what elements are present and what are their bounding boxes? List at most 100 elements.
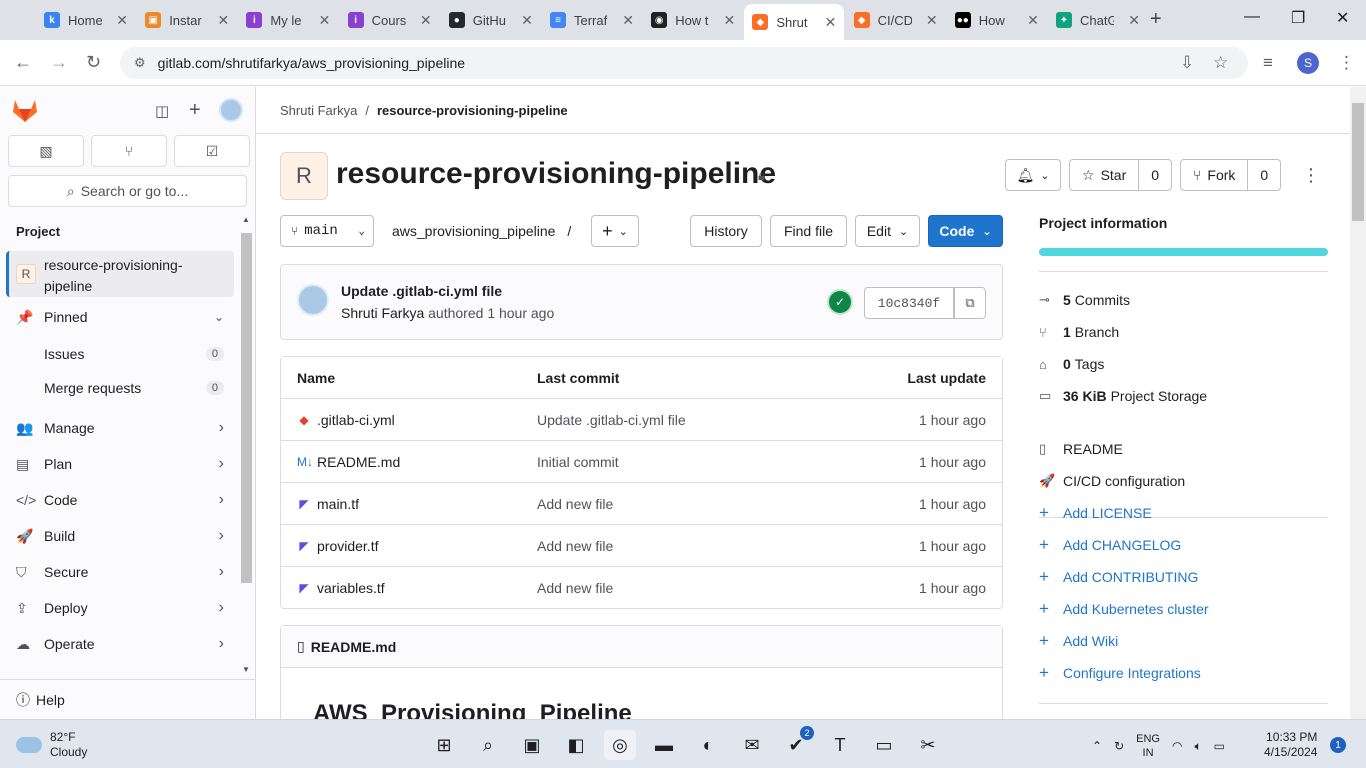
file-name[interactable]: provider.tf [317, 538, 378, 554]
site-settings-icon[interactable]: ⚙ [134, 55, 146, 71]
notification-badge[interactable]: 1 [1330, 737, 1346, 753]
file-name[interactable]: .gitlab-ci.yml [317, 412, 395, 428]
close-tab-icon[interactable]: ✕ [926, 12, 938, 29]
edge-icon[interactable]: ◐ [692, 730, 724, 760]
sidebar-scroll-thumb[interactable] [241, 233, 252, 583]
browser-tab[interactable]: k Home ✕ [36, 6, 136, 34]
search-icon[interactable]: ⌕ [472, 730, 504, 760]
collapse-sidebar-icon[interactable]: ◫ [155, 102, 169, 120]
page-scrollbar[interactable] [1350, 87, 1366, 719]
close-tab-icon[interactable]: ✕ [420, 12, 432, 29]
browser-tab[interactable]: ● GitHu ✕ [441, 6, 541, 34]
project-stat[interactable]: ⑂ 1 Branch [1039, 320, 1119, 344]
add-link[interactable]: + Add CONTRIBUTING [1039, 565, 1198, 589]
fork-count[interactable]: 0 [1248, 159, 1282, 191]
restore-icon[interactable]: ❐ [1291, 8, 1305, 28]
browser-tab[interactable]: ▣ Instar ✕ [137, 6, 237, 34]
close-tab-icon[interactable]: ✕ [319, 12, 331, 29]
file-last-commit[interactable]: Initial commit [537, 454, 619, 470]
close-tab-icon[interactable]: ✕ [825, 14, 837, 31]
sync-icon[interactable]: ↻ [1114, 739, 1124, 753]
file-name[interactable]: variables.tf [317, 580, 385, 596]
table-row[interactable]: ◆ .gitlab-ci.yml Update .gitlab-ci.yml fil… [281, 399, 1002, 441]
assigned-issues-button[interactable]: ▧ [8, 135, 84, 167]
profile-avatar[interactable]: S [1297, 52, 1319, 74]
browser-tab[interactable]: ◆ Shrut ✕ [744, 4, 845, 40]
table-row[interactable]: M↓ README.md Initial commit 1 hour ago [281, 441, 1002, 483]
breadcrumb-owner[interactable]: Shruti Farkya [280, 103, 357, 118]
chevron-up-icon[interactable]: ⌃ [1092, 739, 1102, 753]
task-view-icon[interactable]: ▣ [516, 730, 548, 760]
project-stat[interactable]: ▭ 36 KiB Project Storage [1039, 384, 1207, 408]
branch-selector[interactable]: ⑂ main ⌄ [280, 215, 374, 247]
create-new-icon[interactable]: + [189, 99, 201, 122]
project-doc-link[interactable]: 🚀 CI/CD configuration [1039, 469, 1185, 493]
page-scroll-thumb[interactable] [1352, 103, 1364, 221]
browser-tab[interactable]: ●● How ✕ [947, 6, 1047, 34]
add-link[interactable]: + Add LICENSE [1039, 501, 1152, 525]
sidebar-item-manage[interactable]: 👥 Manage › [16, 412, 226, 444]
star-count[interactable]: 0 [1139, 159, 1173, 191]
sidebar-item-secure[interactable]: ⛉ Secure › [16, 556, 226, 588]
table-row[interactable]: ◤ main.tf Add new file 1 hour ago [281, 483, 1002, 525]
close-tab-icon[interactable]: ✕ [622, 12, 634, 29]
fork-button[interactable]: ⑂ Fork [1180, 159, 1249, 191]
browser-menu-icon[interactable]: ⋮ [1338, 53, 1355, 73]
new-tab-button[interactable]: + [1150, 8, 1162, 31]
teams-icon[interactable]: T [824, 730, 856, 760]
project-stat[interactable]: ⌂ 0 Tags [1039, 352, 1104, 376]
forward-icon[interactable]: → [50, 52, 68, 73]
table-row[interactable]: ◤ provider.tf Add new file 1 hour ago [281, 525, 1002, 567]
browser-tab[interactable]: i Cours ✕ [340, 6, 440, 34]
file-name[interactable]: README.md [317, 454, 400, 470]
table-row[interactable]: ◤ variables.tf Add new file 1 hour ago [281, 567, 1002, 609]
file-last-commit[interactable]: Update .gitlab-ci.yml file [537, 412, 686, 428]
find-file-button[interactable]: Find file [770, 215, 847, 247]
copy-sha-button[interactable]: ⧉ [954, 287, 986, 319]
scroll-up-icon[interactable]: ▲ [242, 215, 250, 224]
install-app-icon[interactable]: ⇩ [1180, 53, 1194, 73]
add-to-tree-button[interactable]: + ⌄ [591, 215, 639, 247]
browser-tab[interactable]: ◉ How t ✕ [643, 6, 743, 34]
pipeline-status-icon[interactable]: ✓ [829, 291, 851, 313]
gitlab-logo-icon[interactable] [11, 97, 39, 123]
commit-message[interactable]: Update .gitlab-ci.yml file [341, 283, 502, 299]
url-input[interactable]: ⚙ gitlab.com/shrutifarkya/aws_provisioni… [120, 47, 1248, 79]
weather-widget[interactable]: 82°F Cloudy [16, 730, 87, 760]
bookmark-star-icon[interactable]: ☆ [1213, 53, 1228, 73]
sidebar-item-build[interactable]: 🚀 Build › [16, 520, 226, 552]
close-tab-icon[interactable]: ✕ [1027, 12, 1039, 29]
meet-icon[interactable]: ◧ [560, 730, 592, 760]
browser-tab[interactable]: ≡ Terraf ✕ [542, 6, 642, 34]
project-stat[interactable]: ⊸ 5 Commits [1039, 288, 1130, 312]
breadcrumb-project[interactable]: resource-provisioning-pipeline [377, 103, 568, 118]
file-last-commit[interactable]: Add new file [537, 580, 613, 596]
edit-dropdown-button[interactable]: Edit ⌄ [855, 215, 920, 247]
sidebar-current-project[interactable]: R resource-provisioning-pipeline [6, 251, 234, 297]
commit-author-avatar[interactable] [297, 284, 329, 316]
merge-requests-button[interactable]: ⑂ [91, 135, 167, 167]
sidebar-item-operate[interactable]: ☁ Operate › [16, 628, 226, 660]
sidebar-scrollbar[interactable]: ▲ ▼ [240, 215, 252, 674]
sidebar-item-plan[interactable]: ▤ Plan › [16, 448, 226, 480]
close-tab-icon[interactable]: ✕ [116, 12, 128, 29]
sidebar-item-deploy[interactable]: ⇪ Deploy › [16, 592, 226, 624]
close-window-icon[interactable]: ✕ [1336, 8, 1349, 28]
todo-icon[interactable]: ✔ 2 [780, 726, 814, 760]
todos-button[interactable]: ☑ [174, 135, 250, 167]
star-button[interactable]: ☆ Star [1069, 159, 1140, 191]
add-link[interactable]: + Configure Integrations [1039, 661, 1201, 685]
add-link[interactable]: + Add CHANGELOG [1039, 533, 1181, 557]
search-input[interactable]: ⌕ Search or go to... [8, 175, 247, 207]
commit-author[interactable]: Shruti Farkya [341, 305, 424, 321]
sidebar-pinned-toggle[interactable]: 📌 Pinned ⌄ [16, 301, 226, 333]
file-last-commit[interactable]: Add new file [537, 496, 613, 512]
close-tab-icon[interactable]: ✕ [521, 12, 533, 29]
outlook-icon[interactable]: ✉ [736, 730, 768, 760]
help-button[interactable]: ⓘ Help [0, 679, 255, 719]
close-tab-icon[interactable]: ✕ [217, 12, 229, 29]
readme-filename[interactable]: README.md [311, 639, 397, 655]
history-button[interactable]: History [690, 215, 762, 247]
user-avatar[interactable] [219, 98, 243, 122]
reload-icon[interactable]: ↻ [86, 52, 101, 73]
